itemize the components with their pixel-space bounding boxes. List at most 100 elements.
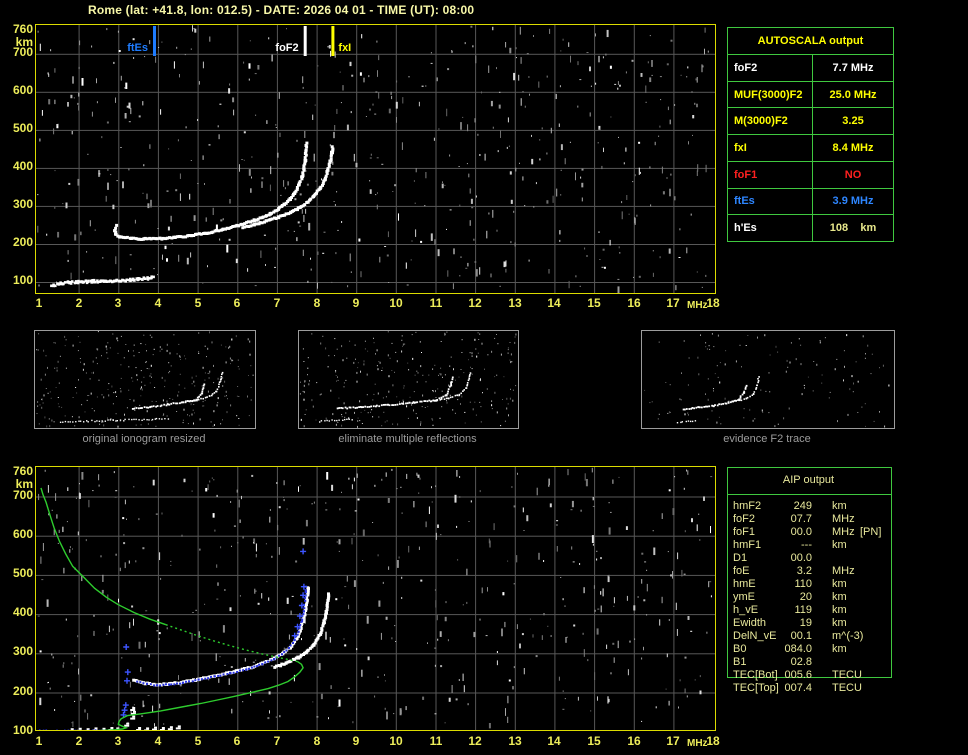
aip-row-foE: foE 3.2 MHz bbox=[727, 565, 892, 578]
parameter-unit: MHz bbox=[832, 513, 855, 525]
parameter-value: 249 bbox=[793, 500, 812, 512]
aip-header-divider bbox=[727, 494, 892, 495]
aip-row-DelN_vE: DelN_vE 00.1 m^(-3) bbox=[727, 630, 892, 643]
x-tick-label: 13 bbox=[508, 296, 522, 310]
x-tick-label: 8 bbox=[313, 296, 321, 310]
x-tick-label: 11 bbox=[429, 296, 443, 310]
x-tick-label: 11 bbox=[429, 734, 443, 748]
top-ionogram-canvas: ftEs foF2 fxI bbox=[36, 25, 715, 293]
parameter-name: hmE bbox=[733, 578, 756, 590]
x-axis-unit-label: MHz bbox=[687, 300, 708, 311]
parameter-name: h'Es bbox=[728, 215, 813, 242]
parameter-value: 108 km bbox=[829, 222, 877, 235]
x-tick-label: 16 bbox=[627, 734, 641, 748]
parameter-name: MUF(3000)F2 bbox=[728, 81, 813, 108]
x-tick-label: 1 bbox=[35, 296, 43, 310]
parameter-name: B1 bbox=[733, 656, 747, 668]
parameter-value: --- bbox=[801, 539, 812, 551]
x-tick-label: 9 bbox=[352, 734, 360, 748]
parameter-unit: km bbox=[832, 500, 847, 512]
thumbnail-2 bbox=[298, 330, 519, 429]
y-tick-label: 200 bbox=[12, 684, 33, 698]
parameter-value: 07.7 bbox=[790, 513, 812, 525]
parameter-unit: km bbox=[832, 643, 847, 655]
parameter-unit: km bbox=[832, 617, 847, 629]
parameter-value: 00.0 bbox=[790, 526, 812, 538]
marker-label-ftEs: ftEs bbox=[127, 42, 148, 54]
top-ionogram-plot: ftEs foF2 fxI bbox=[35, 24, 716, 294]
parameter-unit: km bbox=[832, 591, 847, 603]
parameter-value: 007.4 bbox=[784, 682, 812, 694]
thumbnail-caption: original ionogram resized bbox=[82, 433, 206, 445]
parameter-unit: TECU bbox=[832, 682, 862, 694]
parameter-name: M(3000)F2 bbox=[728, 108, 813, 135]
y-tick-label: 300 bbox=[12, 197, 33, 211]
thumbnail-caption: evidence F2 trace bbox=[723, 433, 811, 445]
aip-table-header: AIP output bbox=[782, 474, 835, 486]
y-tick-label: 600 bbox=[12, 527, 33, 541]
parameter-name: foF2 bbox=[728, 55, 813, 81]
parameter-value: 3.25 bbox=[842, 115, 864, 128]
aip-row-hmF1: hmF1 --- km bbox=[727, 539, 892, 552]
parameter-name: foF1 bbox=[728, 161, 813, 188]
parameter-value: 25.0 MHz bbox=[829, 88, 877, 101]
parameter-unit: km bbox=[832, 604, 847, 616]
autoscala-row-foF1: foF1 NO bbox=[728, 160, 893, 188]
x-tick-label: 6 bbox=[233, 296, 241, 310]
autoscala-row-fxI: fxI 8.4 MHz bbox=[728, 134, 893, 161]
aip-row-TEC[Bot]: TEC[Bot] 005.6 TECU bbox=[727, 669, 892, 682]
aip-row-h_vE: h_vE 119 km bbox=[727, 604, 892, 617]
x-tick-label: 15 bbox=[587, 296, 601, 310]
x-tick-label: 12 bbox=[468, 296, 482, 310]
x-tick-label: 6 bbox=[233, 734, 241, 748]
parameter-name: h_vE bbox=[733, 604, 759, 616]
parameter-value: 005.6 bbox=[784, 669, 812, 681]
x-tick-label: 2 bbox=[75, 734, 83, 748]
autoscala-row-M(3000)F2: M(3000)F2 3.25 bbox=[728, 107, 893, 135]
thumbnail-caption: eliminate multiple reflections bbox=[338, 433, 477, 445]
parameter-value: 110 bbox=[794, 578, 812, 590]
parameter-name: foF1 bbox=[733, 526, 756, 538]
parameter-unit: TECU bbox=[832, 669, 862, 681]
parameter-unit: MHz bbox=[832, 526, 855, 538]
aip-row-TEC[Top]: TEC[Top] 007.4 TECU bbox=[727, 682, 892, 695]
parameter-value: 084.0 bbox=[784, 643, 812, 655]
x-tick-label: 4 bbox=[154, 734, 162, 748]
autoscala-row-ftEs: ftEs 3.9 MHz bbox=[728, 187, 893, 215]
x-tick-label: 10 bbox=[389, 296, 403, 310]
bottom-ionogram-canvas bbox=[36, 467, 715, 730]
x-tick-label: 8 bbox=[313, 734, 321, 748]
thumbnail-canvas bbox=[644, 333, 890, 428]
parameter-value: 20 bbox=[799, 591, 812, 603]
x-tick-label: 7 bbox=[273, 734, 281, 748]
autoscala-table-header: AUTOSCALA output bbox=[757, 35, 864, 47]
aip-row-B0: B0 084.0 km bbox=[727, 643, 892, 656]
parameter-unit: MHz bbox=[832, 565, 855, 577]
thumbnail-canvas bbox=[299, 331, 517, 428]
aip-row-ymE: ymE 20 km bbox=[727, 591, 892, 604]
marker-label-fxI: fxI bbox=[338, 42, 351, 54]
x-tick-label: 14 bbox=[547, 734, 561, 748]
parameter-name: B0 bbox=[733, 643, 747, 655]
aip-row-foF1: foF1 00.0 MHz [PN] bbox=[727, 526, 892, 539]
y-tick-label: 400 bbox=[12, 159, 33, 173]
y-tick-label: 100 bbox=[12, 273, 33, 287]
thumbnail-canvas bbox=[36, 331, 254, 428]
thumbnail-1 bbox=[34, 330, 256, 429]
parameter-name: foF2 bbox=[733, 513, 756, 525]
y-tick-label: 700 bbox=[12, 45, 33, 59]
parameter-value: 00.0 bbox=[790, 552, 812, 564]
aip-output-table: AIP output hmF2 249 km foF2 07.7 MHz foF1 00.0 M… bbox=[727, 467, 892, 699]
autoscala-row-h'Es: h'Es 108 km bbox=[728, 214, 893, 242]
y-tick-label: 700 bbox=[12, 488, 33, 502]
x-tick-label: 1 bbox=[35, 734, 43, 748]
parameter-value: 8.4 MHz bbox=[832, 142, 874, 155]
station-title: Rome (lat: +41.8, lon: 012.5) - DATE: 20… bbox=[88, 3, 475, 17]
x-tick-label: 2 bbox=[75, 296, 83, 310]
x-tick-label: 13 bbox=[508, 734, 522, 748]
autoscala-table-rows: foF2 7.7 MHz MUF(3000)F2 25.0 MHz M(3000)F2 3… bbox=[728, 54, 893, 242]
autoscala-row-foF2: foF2 7.7 MHz bbox=[728, 54, 893, 81]
x-tick-label: 17 bbox=[666, 734, 680, 748]
aip-row-hmF2: hmF2 249 km bbox=[727, 500, 892, 513]
x-tick-label: 15 bbox=[587, 734, 601, 748]
